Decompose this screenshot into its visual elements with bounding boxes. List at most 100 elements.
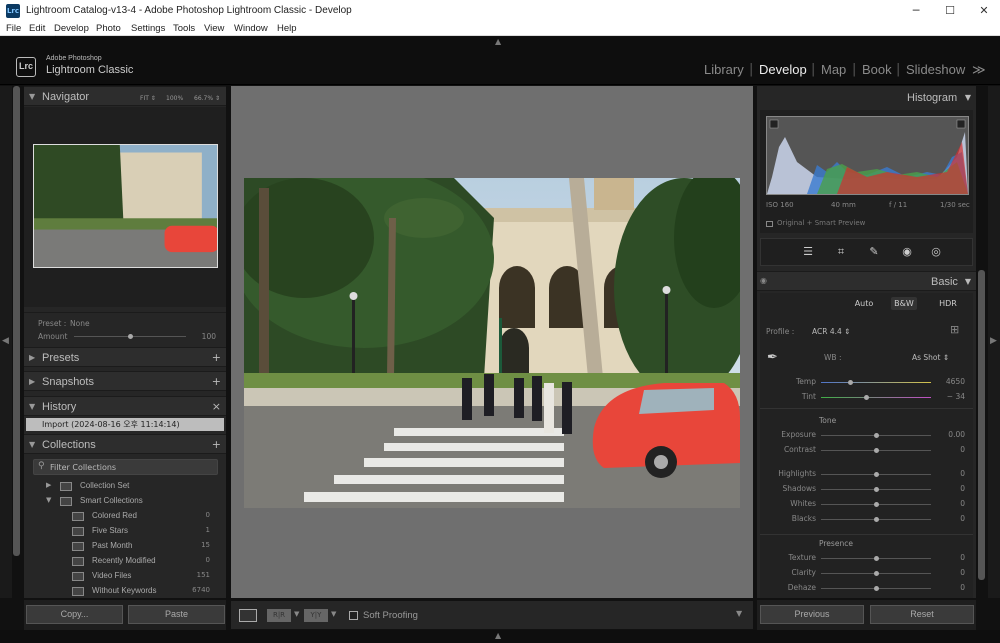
hdr-button[interactable]: HDR <box>935 297 961 310</box>
right-scrollbar[interactable] <box>978 270 985 580</box>
bw-button[interactable]: B&W <box>891 297 917 310</box>
menu-view[interactable]: View <box>204 23 224 34</box>
module-develop[interactable]: Develop <box>759 62 807 77</box>
slider-knob[interactable] <box>873 586 879 591</box>
slider-knob[interactable] <box>873 448 879 453</box>
filter-collections-input[interactable]: ⚲ Filter Collections <box>33 459 218 475</box>
soft-proofing-checkbox[interactable] <box>349 611 358 620</box>
expand-triangle-icon: ▼ <box>46 496 52 504</box>
nav-zoom[interactable]: 66.7% ⇕ <box>194 95 220 102</box>
slider-knob[interactable] <box>873 556 879 561</box>
collection-item[interactable]: Recently Modified 0 <box>24 554 226 569</box>
slider-label-tone-1: Contrast <box>783 445 816 454</box>
add-snapshot-icon[interactable]: + <box>212 375 221 388</box>
left-panel-edge[interactable]: ◀ <box>0 86 12 598</box>
close-button[interactable]: ✕ <box>964 2 1000 20</box>
amount-slider[interactable] <box>74 334 186 339</box>
presets-header[interactable]: ▶ Presets + <box>24 347 226 367</box>
left-collapse-icon[interactable]: ◀ <box>2 336 9 346</box>
adjust-slider-tone2-1[interactable] <box>821 487 931 492</box>
profile-dropdown[interactable]: ACR 4.4 ⇕ <box>812 327 850 336</box>
masking-icon[interactable]: ◎ <box>926 245 946 259</box>
tint-knob[interactable] <box>863 395 869 400</box>
histogram-graph[interactable] <box>766 116 969 195</box>
menu-photo[interactable]: Photo <box>96 23 121 34</box>
smart-collections-row[interactable]: ▼ Smart Collections <box>24 494 226 509</box>
before-after-icon[interactable]: R|R <box>267 609 291 622</box>
add-collection-icon[interactable]: + <box>212 438 221 451</box>
reset-button[interactable]: Reset <box>870 605 974 624</box>
toolbar-menu-icon[interactable]: ▼ <box>736 609 742 618</box>
healing-icon[interactable]: ✎ <box>864 245 884 259</box>
tint-slider[interactable] <box>821 395 931 400</box>
right-panel-edge[interactable]: ▶ <box>988 86 1000 598</box>
collection-item[interactable]: Colored Red 0 <box>24 509 226 524</box>
menu-tools[interactable]: Tools <box>173 23 195 34</box>
module-slideshow[interactable]: Slideshow <box>906 62 965 77</box>
adjust-slider-tone-1[interactable] <box>821 448 931 453</box>
clear-history-icon[interactable]: × <box>212 400 221 413</box>
collection-item[interactable]: Video Files 151 <box>24 569 226 584</box>
red-eye-icon[interactable]: ◉ <box>897 245 917 259</box>
previous-button[interactable]: Previous <box>760 605 864 624</box>
loupe-view-icon[interactable] <box>239 609 257 622</box>
nav-fit[interactable]: FIT ⇕ <box>140 95 156 102</box>
slider-knob[interactable] <box>873 571 879 576</box>
left-scrollbar[interactable] <box>13 86 20 556</box>
menu-develop[interactable]: Develop <box>54 23 89 34</box>
adjust-slider-presence-0[interactable] <box>821 556 931 561</box>
temp-slider[interactable] <box>821 380 931 385</box>
auto-button[interactable]: Auto <box>852 297 876 310</box>
panel-toggle-icon[interactable]: ◉ <box>760 276 767 285</box>
slider-knob[interactable] <box>873 517 879 522</box>
module-library[interactable]: Library <box>704 62 744 77</box>
copy-button[interactable]: Copy... <box>26 605 123 624</box>
white-balance-picker-icon[interactable]: ✒ <box>767 350 778 365</box>
collection-item[interactable]: Past Month 15 <box>24 539 226 554</box>
adjust-slider-presence-1[interactable] <box>821 571 931 576</box>
module-book[interactable]: Book <box>862 62 892 77</box>
menu-settings[interactable]: Settings <box>131 23 165 34</box>
histogram-header[interactable]: Histogram ▼ <box>757 88 976 108</box>
slider-knob[interactable] <box>873 502 879 507</box>
collections-header[interactable]: ▼ Collections + <box>24 434 226 454</box>
right-collapse-icon[interactable]: ▶ <box>990 336 997 346</box>
navigator-header[interactable]: ▼ Navigator FIT ⇕ 100% 66.7% ⇕ <box>24 86 226 106</box>
crop-icon[interactable]: ⌗ <box>831 245 851 259</box>
collection-item[interactable]: Five Stars 1 <box>24 524 226 539</box>
nav-100[interactable]: 100% <box>166 95 183 102</box>
expand-filmstrip-icon[interactable]: ▲ <box>495 631 501 640</box>
collection-set-row[interactable]: ▶ Collection Set <box>24 479 226 494</box>
dropdown-icon[interactable]: ▼ <box>331 610 336 618</box>
collapse-top-icon[interactable]: ▲ <box>495 37 501 46</box>
amount-knob[interactable] <box>127 334 133 339</box>
module-map[interactable]: Map <box>821 62 846 77</box>
adjust-slider-tone2-0[interactable] <box>821 472 931 477</box>
menu-help[interactable]: Help <box>277 23 297 34</box>
collection-item[interactable]: Without Keywords 6740 <box>24 584 226 599</box>
navigator-thumbnail[interactable] <box>33 144 218 268</box>
main-photo[interactable] <box>244 178 740 508</box>
dropdown-icon[interactable]: ▼ <box>294 610 299 618</box>
adjust-slider-tone-0[interactable] <box>821 433 931 438</box>
modules-more-icon[interactable]: ≫ <box>972 62 986 78</box>
edit-sliders-icon[interactable]: ☰ <box>798 245 818 259</box>
profile-grid-icon[interactable]: ⊞ <box>950 323 959 336</box>
snapshots-header[interactable]: ▶ Snapshots + <box>24 371 226 391</box>
slider-knob[interactable] <box>873 487 879 492</box>
adjust-slider-presence-2[interactable] <box>821 586 931 591</box>
menu-file[interactable]: File <box>6 23 21 34</box>
add-preset-icon[interactable]: + <box>212 351 221 364</box>
adjust-slider-tone2-3[interactable] <box>821 517 931 522</box>
before-after-split-icon[interactable]: Y|Y <box>304 609 328 622</box>
slider-knob[interactable] <box>873 472 879 477</box>
paste-button[interactable]: Paste <box>128 605 225 624</box>
history-item[interactable]: Import (2024-08-16 오후 11:14:14) <box>26 418 224 431</box>
slider-knob[interactable] <box>873 433 879 438</box>
adjust-slider-tone2-2[interactable] <box>821 502 931 507</box>
menu-edit[interactable]: Edit <box>29 23 45 34</box>
wb-dropdown[interactable]: As Shot ⇕ <box>912 353 949 362</box>
menu-window[interactable]: Window <box>234 23 268 34</box>
history-header[interactable]: ▼ History × <box>24 396 226 416</box>
basic-header[interactable]: ◉ Basic ▼ <box>757 271 976 291</box>
